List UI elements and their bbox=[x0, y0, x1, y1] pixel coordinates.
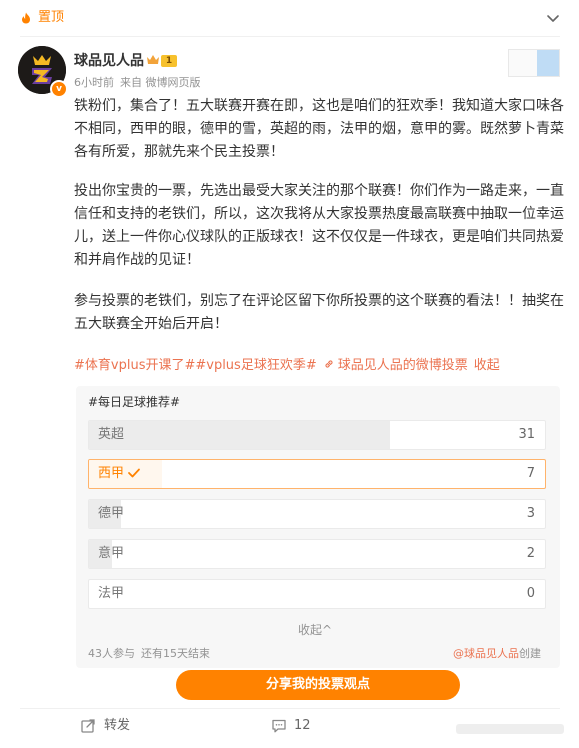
repost-button[interactable]: 转发 bbox=[104, 718, 130, 734]
vote-option-count: 2 bbox=[526, 546, 535, 561]
vote-option[interactable]: 意甲 2 bbox=[88, 539, 546, 569]
flame-icon bbox=[22, 12, 30, 24]
topic-link[interactable]: #vplus足球狂欢季# bbox=[195, 358, 316, 373]
pinned-label: 置顶 bbox=[38, 10, 65, 25]
vote-participants: 43人参与 bbox=[88, 647, 135, 660]
repost-icon[interactable] bbox=[80, 718, 96, 734]
post-paragraph: 投出你宝贵的一票，先选出最受大家关注的那个联赛！你们作为一路走来，一直信任和支持… bbox=[74, 183, 564, 268]
share-vote-button[interactable]: 分享我的投票观点 bbox=[176, 670, 460, 700]
topic-link[interactable]: #体育vplus开课了# bbox=[74, 358, 195, 373]
vote-option[interactable]: 法甲 0 bbox=[88, 579, 546, 609]
fold-text-link[interactable]: 收起 bbox=[474, 358, 500, 373]
verified-badge-icon: v bbox=[50, 80, 68, 98]
post-meta: 6小时前 来自 微博网页版 bbox=[74, 76, 207, 90]
member-level-badge: 1 bbox=[161, 55, 177, 67]
post-paragraph: 铁粉们，集合了！五大联赛开赛在即，这也是咱们的狂欢季！我知道大家口味各不相同，西… bbox=[74, 98, 564, 160]
checkmark-icon bbox=[128, 468, 140, 478]
vote-stats: 43人参与 还有15天结束 bbox=[88, 647, 216, 661]
vote-remaining: 还有15天结束 bbox=[141, 647, 210, 660]
vote-option[interactable]: 德甲 3 bbox=[88, 499, 546, 529]
divider bbox=[20, 36, 560, 37]
watermark-icon bbox=[456, 724, 564, 734]
vote-collapse-button[interactable]: 收起^ bbox=[298, 622, 332, 638]
creator-suffix: 创建 bbox=[519, 647, 541, 660]
vote-option-label: 德甲 bbox=[98, 506, 125, 521]
follow-button[interactable] bbox=[508, 49, 560, 77]
post-paragraph: 参与投票的老铁们，别忘了在评论区留下你所投票的这个联赛的看法！！抽奖在五大联赛全… bbox=[74, 293, 564, 332]
vote-option-label: 法甲 bbox=[98, 586, 125, 601]
vote-option-bar bbox=[89, 421, 390, 449]
vote-link[interactable]: 球品见人品的微博投票 bbox=[338, 358, 468, 373]
vote-creator: @球品见人品创建 bbox=[453, 647, 541, 661]
divider bbox=[20, 708, 560, 709]
author-name[interactable]: 球品见人品 bbox=[74, 52, 144, 70]
vote-option[interactable]: 英超 31 bbox=[88, 420, 546, 450]
vote-option-count: 31 bbox=[518, 427, 535, 442]
creator-link[interactable]: @球品见人品 bbox=[453, 647, 519, 660]
vote-option-count: 7 bbox=[526, 466, 535, 481]
post-time[interactable]: 6小时前 bbox=[74, 76, 114, 89]
vote-option-label: 西甲 bbox=[98, 466, 125, 481]
link-icon bbox=[325, 360, 333, 368]
vote-option-label: 意甲 bbox=[98, 546, 125, 561]
crown-icon bbox=[147, 55, 159, 64]
pinned-header bbox=[0, 0, 579, 36]
vote-option[interactable]: 西甲 7 bbox=[88, 459, 546, 489]
post-source: 来自 微博网页版 bbox=[120, 76, 201, 89]
comment-icon[interactable] bbox=[271, 718, 287, 734]
chevron-down-icon[interactable] bbox=[544, 9, 562, 27]
vote-title: #每日足球推荐# bbox=[88, 395, 181, 409]
vote-option-label: 英超 bbox=[98, 427, 125, 442]
vote-option-count: 3 bbox=[526, 506, 535, 521]
comment-count[interactable]: 12 bbox=[294, 718, 311, 734]
vote-option-count: 0 bbox=[526, 586, 535, 601]
topic-line: #体育vplus开课了##vplus足球狂欢季# 球品见人品的微博投票 收起 bbox=[74, 357, 500, 375]
